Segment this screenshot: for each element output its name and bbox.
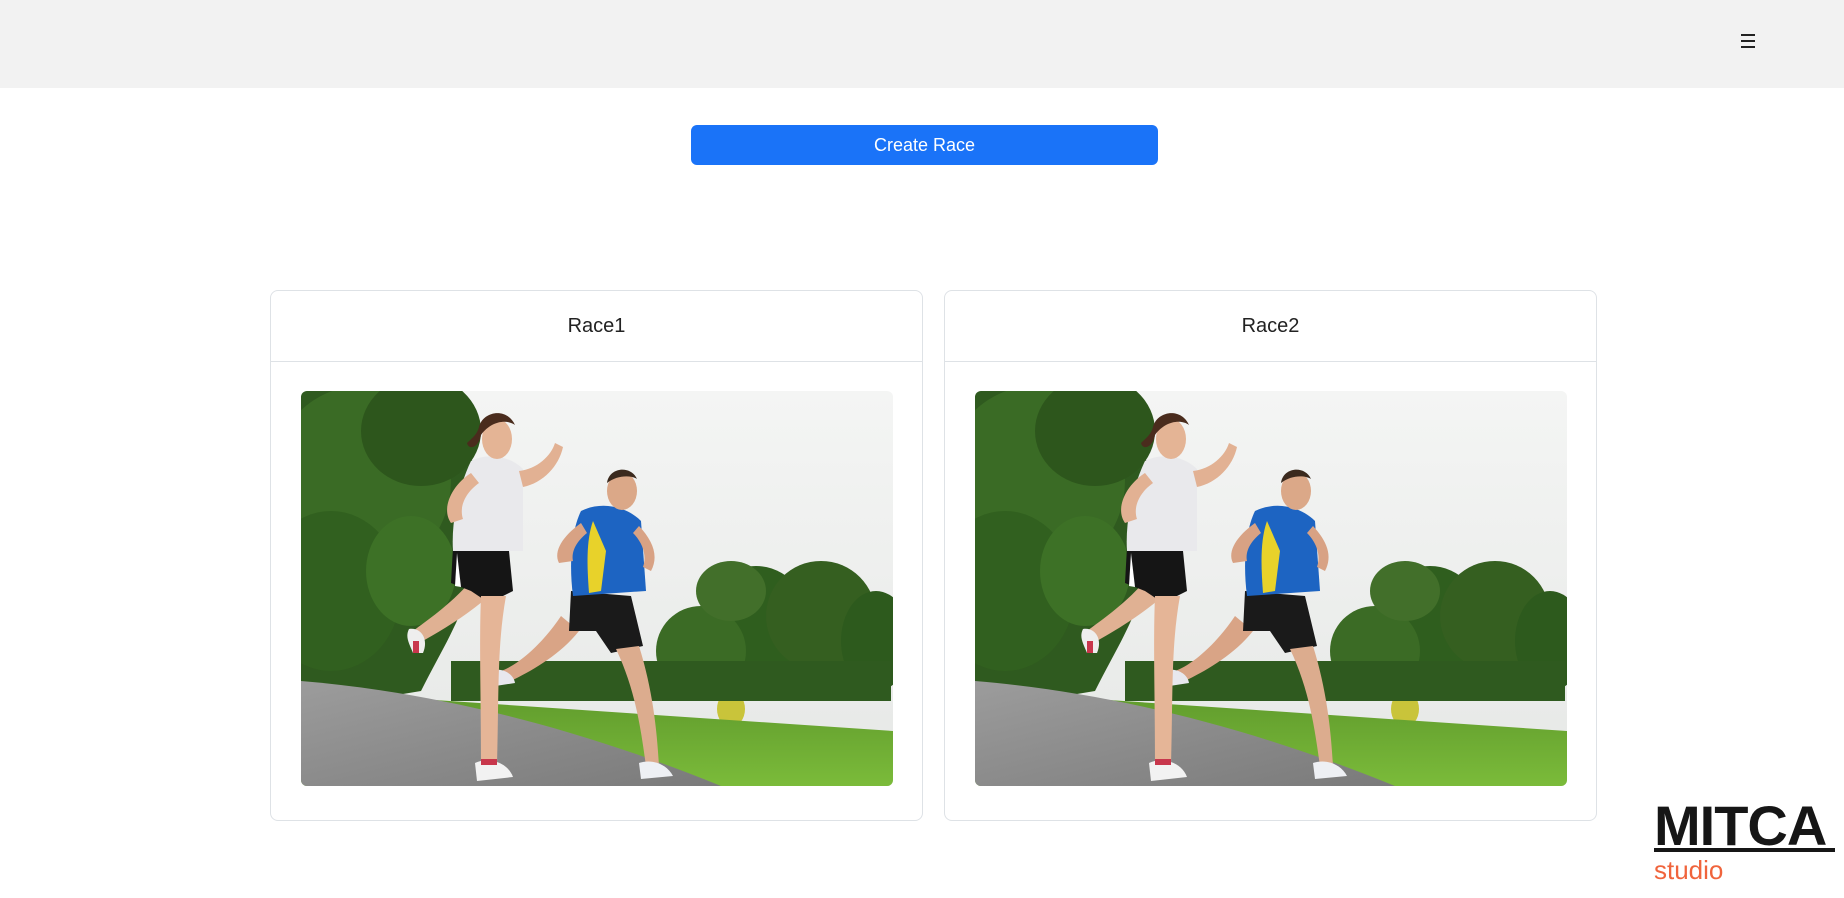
- race-card[interactable]: Race1: [270, 290, 923, 821]
- logo-underline: [1654, 848, 1835, 852]
- race-card-title: Race1: [271, 291, 922, 362]
- race-photo: [975, 391, 1567, 786]
- logo-sub-text: studio: [1654, 855, 1724, 885]
- mitca-studio-logo: MITCA studio: [1652, 798, 1837, 888]
- top-navbar: [0, 0, 1844, 88]
- logo-main-text: MITCA: [1654, 794, 1827, 857]
- create-race-button[interactable]: Create Race: [691, 125, 1158, 165]
- race-card-title: Race2: [945, 291, 1596, 362]
- hamburger-menu-icon[interactable]: [1737, 30, 1759, 52]
- race-photo: [301, 391, 893, 786]
- race-card[interactable]: Race2: [944, 290, 1597, 821]
